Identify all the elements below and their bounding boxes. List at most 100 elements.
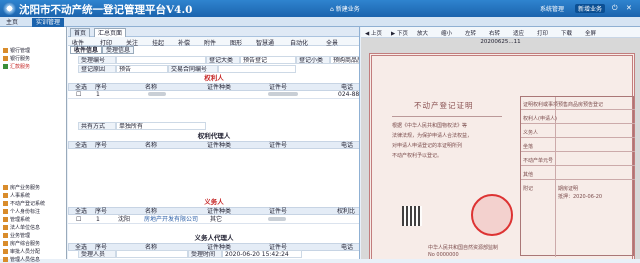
folder-icon	[3, 217, 8, 222]
table-row[interactable]: ☐ 1 沈阳 房地产开发有限公司 其它	[68, 216, 359, 224]
row-name	[148, 91, 166, 99]
sidebar-item-remit[interactable]: 汇款服务	[3, 63, 30, 70]
toolbar-attach[interactable]: 附件	[204, 38, 216, 47]
grid-label: 义务人	[523, 130, 539, 136]
sidebar-item[interactable]: 房产业务服务	[3, 184, 40, 191]
prev-page-button[interactable]: ◀ 上页	[365, 29, 382, 37]
subtab-accept-info[interactable]: 受理信息	[102, 46, 135, 54]
new-business-button[interactable]: 新增业务	[575, 4, 606, 13]
sidebar-item[interactable]: 管理系统	[3, 216, 30, 223]
print-button[interactable]: 打印	[537, 29, 548, 37]
row-company: 房地产开发有限公司	[144, 216, 199, 223]
main-toolbar: 收件 打印 关注 挂起 补偿 附件 图形 智慧通 自动化 全景	[68, 37, 359, 47]
row-seq: 1	[96, 91, 100, 98]
col-name: 名称	[145, 84, 158, 91]
row-cert-no	[268, 216, 286, 224]
rotate-right-button[interactable]: 右转	[489, 29, 500, 37]
sidebar-item[interactable]: 个人身份标注	[3, 208, 40, 215]
toolbar-compensate[interactable]: 补偿	[178, 38, 190, 47]
subtab-receive-info[interactable]: 收件信息	[70, 46, 103, 54]
sidebar-item[interactable]: 人事系统	[3, 192, 30, 199]
grid-line	[521, 109, 635, 110]
fullscreen-button[interactable]: 全屏	[585, 29, 596, 37]
grid-line	[521, 165, 635, 166]
sidebar-item-label: 汇款服务	[10, 64, 31, 70]
tab-summary[interactable]: 汇总页面	[94, 28, 127, 37]
toolbar-panorama[interactable]: 全景	[326, 38, 338, 47]
sidebar-item[interactable]: 业务管理	[3, 232, 30, 239]
certificate-title: 不动产登记证明	[414, 101, 474, 110]
logout-icon[interactable]: ⏻	[612, 4, 618, 13]
owner-agent-table-header: 全选 序号 名称 证件种类 证件号 电话	[68, 141, 359, 149]
sidebar-item[interactable]: 房产综合服务	[3, 240, 40, 247]
certificate-text: 法律法规，为保护申请人合法权益，	[392, 133, 473, 139]
toolbar-graph[interactable]: 图形	[230, 38, 242, 47]
zoom-out-button[interactable]: 缩小	[441, 29, 452, 37]
folder-icon	[3, 185, 8, 190]
col-seq: 序号	[95, 208, 108, 215]
download-button[interactable]: 下载	[561, 29, 572, 37]
certificate-text: 对申请人申请登记的本证明所列	[392, 143, 463, 149]
sidebar: 银行管理 银行服务 汇款服务 房产业务服务 人事系统 不动产登记系统 个人身份标…	[0, 27, 67, 263]
rotate-left-button[interactable]: 左转	[465, 29, 476, 37]
divider	[392, 116, 502, 117]
col-cert-type: 证件种类	[207, 84, 232, 91]
obligor-table-header: 全选 序号 名称 证件种类 证件号 权利比	[68, 207, 359, 215]
col-select-all[interactable]: 全选	[75, 142, 87, 149]
row-checkbox[interactable]: ☐	[76, 91, 81, 99]
trade-no-field[interactable]	[218, 65, 296, 73]
grid-label: 证明权利或事项	[523, 102, 559, 108]
main-panel: 首页 汇总页面 收件 打印 关注 挂起 补偿 附件 图形 智慧通 自动化 全景 …	[68, 27, 360, 259]
row-cert-type: 其它	[210, 216, 223, 223]
next-page-button[interactable]: ▶ 下页	[391, 29, 408, 37]
case-no-field[interactable]	[116, 56, 206, 64]
toolbar-suspend[interactable]: 挂起	[152, 38, 164, 47]
system-manage-link[interactable]: 系统管理	[540, 4, 564, 13]
col-right-ratio: 权利比	[337, 208, 356, 215]
tab-home[interactable]: 首页	[70, 28, 91, 37]
sidebar-item[interactable]: 管理人员信息	[3, 256, 40, 263]
grid-value: 抵押：2020-06-20	[558, 194, 603, 200]
sidebar-item-label: 银行服务	[10, 56, 31, 62]
nav-practice[interactable]: 实训管理	[32, 18, 65, 27]
grid-label: 权利人(申请人)	[523, 116, 557, 122]
register-type-field[interactable]: 预告登记	[240, 56, 296, 64]
toolbar-smart[interactable]: 智慧通	[256, 38, 274, 47]
settings-icon[interactable]: ✕	[626, 4, 632, 12]
col-select-all[interactable]: 全选	[75, 84, 87, 91]
app-title: 沈阳市不动产统一登记管理平台V4.0	[19, 4, 193, 16]
share-mode-field[interactable]: 单独所有	[116, 122, 206, 130]
toolbar-auto[interactable]: 自动化	[290, 38, 308, 47]
col-cert-no: 证件号	[269, 208, 288, 215]
grid-label: 其他	[523, 172, 534, 178]
certificate-number: No 0000000	[428, 252, 459, 258]
sidebar-item-bank[interactable]: 银行管理	[3, 47, 30, 54]
folder-icon	[3, 225, 8, 230]
row-phone: 024-88	[338, 91, 360, 98]
zoom-in-button[interactable]: 放大	[417, 29, 428, 37]
sidebar-item[interactable]: 不动产登记系统	[3, 200, 45, 207]
sidebar-item[interactable]: 法人单位信息	[3, 224, 40, 231]
document-id: 20200625...11	[480, 39, 521, 45]
register-subtype-field[interactable]: 预购商品房预	[330, 56, 359, 64]
row-checkbox[interactable]: ☐	[76, 216, 81, 224]
sidebar-item-label: 管理系统	[10, 217, 31, 223]
col-phone: 电话	[341, 244, 354, 251]
certificate-text: 不动产权利予以登记。	[392, 153, 443, 159]
sidebar-item-label: 业务管理	[10, 233, 31, 239]
nav-home[interactable]: 主页	[2, 18, 22, 27]
register-reason-field[interactable]: 预告	[116, 65, 168, 73]
app-header: 沈阳市不动产统一登记管理平台V4.0 ⌂ 新建业务 新增业务 系统管理 ⏻ ✕	[0, 0, 640, 17]
fit-button[interactable]: 适应	[513, 29, 524, 37]
nav-home-icon-label[interactable]: ⌂ 新建业务	[330, 4, 360, 13]
recv-time-field[interactable]: 2020-06-20 15:42:24	[222, 250, 302, 258]
recv-person-field[interactable]	[116, 250, 188, 258]
row-seq: 1	[96, 216, 100, 223]
folder-icon	[3, 257, 8, 262]
folder-icon	[3, 56, 8, 61]
table-row[interactable]: ☐ 1 024-88	[68, 91, 360, 99]
col-seq: 序号	[95, 142, 108, 149]
sidebar-item[interactable]: 审批人员分配	[3, 248, 40, 255]
sidebar-item-bank-service[interactable]: 银行服务	[3, 55, 30, 62]
col-select-all[interactable]: 全选	[75, 208, 87, 215]
